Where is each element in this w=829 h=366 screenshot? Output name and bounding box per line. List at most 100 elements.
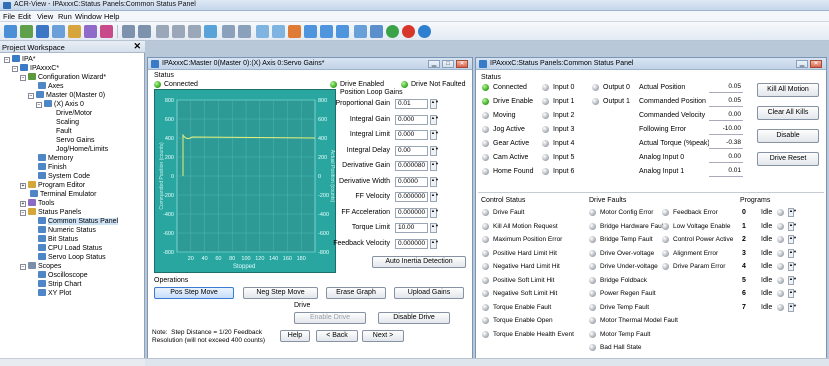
tree-node[interactable]: − Master 0(Master 0) — [28, 91, 105, 100]
close-button[interactable]: ✕ — [810, 60, 822, 68]
menu-run[interactable]: Run — [58, 12, 72, 21]
param-value-field[interactable]: 10.00 — [395, 223, 428, 233]
redo-icon[interactable] — [138, 25, 151, 38]
open-project-icon[interactable] — [20, 25, 33, 38]
menu-file[interactable]: File — [3, 12, 15, 21]
run-icon[interactable] — [386, 25, 399, 38]
program-spinner[interactable]: ▲▼ — [788, 248, 797, 258]
tree-node[interactable]: − Status Panels — [20, 208, 81, 217]
bookmark-icon[interactable] — [256, 25, 269, 38]
monitor-icon[interactable] — [320, 25, 333, 38]
settings-icon[interactable] — [84, 25, 97, 38]
param-spinner[interactable]: ▲▼ — [430, 223, 439, 233]
menu-window[interactable]: Window — [75, 12, 102, 21]
enable-drive-button[interactable]: Enable Drive — [294, 312, 366, 324]
param-spinner[interactable]: ▲▼ — [430, 161, 439, 171]
pos-step-move-button[interactable]: Pos Step Move — [154, 287, 234, 299]
param-spinner[interactable]: ▲▼ — [430, 238, 439, 249]
tree-node[interactable]: CPU Load Status — [38, 244, 102, 253]
workspace-close-icon[interactable]: ✕ — [133, 41, 141, 52]
close-button[interactable]: ✕ — [456, 60, 468, 68]
tree-node[interactable]: Fault — [56, 127, 72, 136]
tree-node[interactable]: Scaling — [56, 118, 79, 127]
tree-node[interactable]: Axes — [38, 82, 64, 91]
indent-icon[interactable] — [222, 25, 235, 38]
param-value-field[interactable]: 0.000000 — [395, 238, 428, 249]
upload-icon[interactable] — [370, 25, 383, 38]
neg-step-move-button[interactable]: Neg Step Move — [243, 287, 318, 299]
disable-button[interactable]: Disable — [757, 129, 819, 143]
program-spinner[interactable]: ▲▼ — [788, 208, 797, 217]
tree-node[interactable]: − Scopes — [20, 262, 61, 271]
param-spinner[interactable]: ▲▼ — [430, 130, 439, 140]
kill-all-motion-button[interactable]: Kill All Motion — [757, 83, 819, 97]
tree-node[interactable]: XY Plot — [38, 289, 71, 298]
auto-inertia-button[interactable]: Auto Inertia Detection — [372, 256, 466, 268]
drive-reset-button[interactable]: Drive Reset — [757, 152, 819, 166]
copy-icon[interactable] — [172, 25, 185, 38]
tree-node[interactable]: Oscilloscope — [38, 271, 88, 280]
download-icon[interactable] — [100, 25, 113, 38]
tree-node[interactable]: Servo Gains — [56, 136, 95, 145]
disable-drive-button[interactable]: Disable Drive — [378, 312, 450, 324]
program-spinner[interactable]: ▲▼ — [788, 235, 797, 244]
program-spinner[interactable]: ▲▼ — [788, 221, 797, 231]
param-value-field[interactable]: 0.000000 — [395, 207, 428, 218]
print-icon[interactable] — [68, 25, 81, 38]
tree-node[interactable]: − IPAxxxC* — [12, 64, 59, 73]
param-value-field[interactable]: 0.000000 — [395, 192, 428, 202]
tree-node[interactable]: Terminal Emulator — [30, 190, 96, 199]
cut-icon[interactable] — [156, 25, 169, 38]
tree-node[interactable]: − (X) Axis 0 — [36, 100, 84, 109]
tree-node[interactable]: Servo Loop Status — [38, 253, 106, 262]
workspace-scrollbar[interactable] — [0, 358, 145, 366]
status-icon[interactable] — [304, 25, 317, 38]
tree-node[interactable]: Jog/Home/Limits — [56, 145, 108, 154]
tree-node[interactable]: + Tools — [20, 199, 54, 208]
program-spinner[interactable]: ▲▼ — [788, 275, 797, 285]
param-spinner[interactable]: ▲▼ — [430, 192, 439, 202]
clear-all-kills-button[interactable]: Clear All Kills — [757, 106, 819, 120]
param-spinner[interactable]: ▲▼ — [430, 207, 439, 218]
tree-node[interactable]: Memory — [38, 154, 73, 163]
menu-edit[interactable]: Edit — [18, 12, 31, 21]
minimize-button[interactable]: ▁ — [796, 60, 808, 68]
param-spinner[interactable]: ▲▼ — [430, 114, 439, 125]
tree-node[interactable]: Finish — [38, 163, 67, 172]
undo-icon[interactable] — [122, 25, 135, 38]
maximize-button[interactable]: □ — [442, 60, 454, 68]
param-spinner[interactable]: ▲▼ — [430, 145, 439, 156]
tree-node[interactable]: − IPA* — [4, 55, 36, 64]
tree-node[interactable]: + Program Editor — [20, 181, 85, 190]
program-spinner[interactable]: ▲▼ — [788, 262, 797, 271]
save-icon[interactable] — [36, 25, 49, 38]
next-button[interactable]: Next > — [362, 330, 404, 342]
help-button[interactable]: Help — [280, 330, 310, 342]
tree-node[interactable]: System Code — [38, 172, 90, 181]
erase-graph-button[interactable]: Erase Graph — [326, 287, 386, 299]
tree-node[interactable]: Strip Chart — [38, 280, 81, 289]
new-project-icon[interactable] — [4, 25, 17, 38]
param-value-field[interactable]: 0.000 — [395, 130, 428, 140]
param-value-field[interactable]: 0.0000 — [395, 176, 428, 187]
stop-icon[interactable] — [402, 25, 415, 38]
menu-view[interactable]: View — [37, 12, 53, 21]
tree-node[interactable]: − Configuration Wizard* — [20, 73, 106, 82]
scope-icon[interactable] — [336, 25, 349, 38]
find-icon[interactable] — [204, 25, 217, 38]
tree-node[interactable]: Drive/Motor — [56, 109, 92, 118]
compile-icon[interactable] — [354, 25, 367, 38]
connect-icon[interactable] — [288, 25, 301, 38]
program-spinner[interactable]: ▲▼ — [788, 289, 797, 298]
minimize-button[interactable]: ▁ — [428, 60, 440, 68]
param-spinner[interactable]: ▲▼ — [430, 99, 439, 109]
save-all-icon[interactable] — [52, 25, 65, 38]
outdent-icon[interactable] — [238, 25, 251, 38]
back-button[interactable]: < Back — [316, 330, 358, 342]
paste-icon[interactable] — [188, 25, 201, 38]
param-value-field[interactable]: 0.01 — [395, 99, 428, 109]
param-value-field[interactable]: 0.000 — [395, 114, 428, 125]
menu-help[interactable]: Help — [104, 12, 119, 21]
upload-gains-button[interactable]: Upload Gains — [394, 287, 464, 299]
prev-bookmark-icon[interactable] — [272, 25, 285, 38]
